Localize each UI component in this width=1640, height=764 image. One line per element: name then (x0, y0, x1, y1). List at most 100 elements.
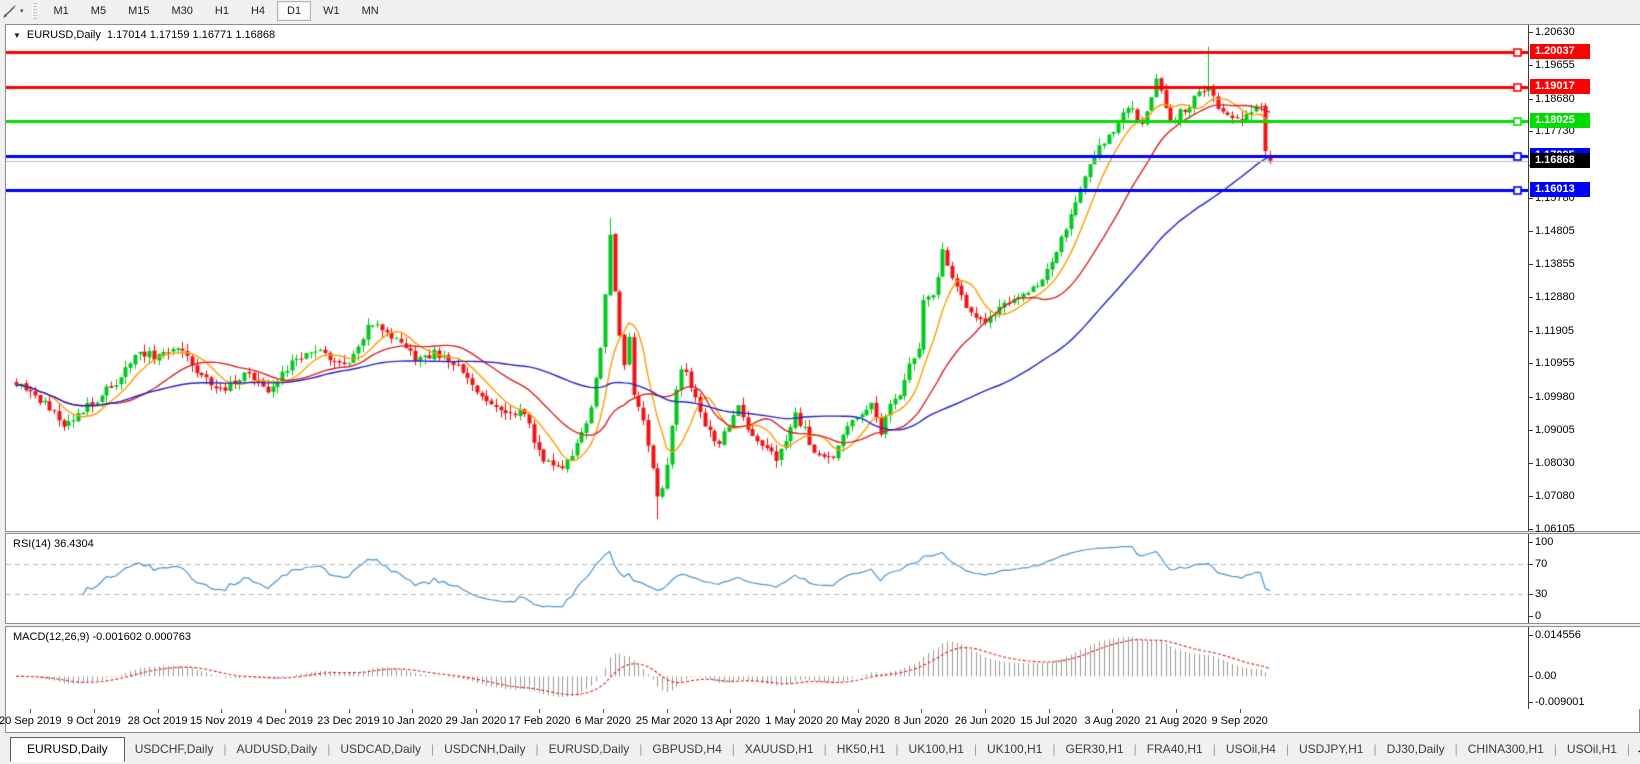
timeframe-toolbar: ▾ M1 M5 M15 M30 H1 H4 D1 W1 MN (0, 0, 1640, 22)
cursor-tool-dropdown-icon[interactable]: ▾ (20, 7, 24, 15)
date-axis-label: 15 Jul 2020 (1020, 715, 1078, 727)
chart-title-symbol: EURUSD,Daily (26, 29, 101, 41)
price-axis-tick: 1.13855 (1529, 258, 1575, 270)
date-axis-label: 28 Oct 2019 (127, 715, 188, 727)
price-axis-tick: 1.10955 (1529, 357, 1575, 370)
date-axis-tick-mark (221, 709, 223, 713)
price-axis: 1.206301.196551.186801.177301.167551.157… (1528, 25, 1640, 535)
chart-tab[interactable]: AUDUSD,Daily (227, 738, 328, 761)
chart-tab-bar: EURUSD,Daily USDCHF,Daily | AUDUSD,Daily | US… (0, 733, 1640, 764)
date-axis-tick-mark (539, 709, 541, 713)
timeframe-buttons-group: M1 M5 M15 M30 H1 H4 D1 W1 MN (43, 1, 390, 21)
price-chart-canvas[interactable] (6, 25, 1528, 531)
chart-tab[interactable]: USDCAD,Daily (330, 738, 431, 761)
chart-tab[interactable]: GBPUSD,H4 (642, 738, 731, 761)
chart-title-ohlc: 1.17014 1.17159 1.16771 1.16868 (106, 29, 276, 41)
date-axis-label: 10 Jan 2020 (381, 715, 443, 727)
date-axis-label: 15 Nov 2019 (189, 715, 253, 727)
date-axis-label: 20 May 2020 (825, 715, 890, 727)
macd-indicator-panel: MACD(12,26,9) -0.001602 0.000763 0.01455… (5, 626, 1640, 710)
timeframe-button-M30[interactable]: M30 (161, 1, 202, 21)
price-axis-tick: 1.19655 (1529, 59, 1575, 72)
chart-tab-active[interactable]: EURUSD,Daily (10, 737, 125, 762)
macd-label: MACD(12,26,9) -0.001602 0.000763 (13, 631, 191, 643)
chart-tab[interactable]: UK100,H1 (899, 738, 974, 761)
date-axis-label: 9 Oct 2019 (66, 715, 121, 727)
rsi-axis: 100 70 30 0 (1528, 534, 1640, 623)
chart-tab[interactable]: USDCNH,Daily (434, 738, 535, 761)
chart-tab[interactable]: HK50,H1 (827, 738, 896, 761)
price-axis-tick: 1.14805 (1529, 225, 1575, 238)
cursor-crosshair-icon (3, 4, 16, 18)
timeframe-button-M1[interactable]: M1 (44, 1, 79, 21)
timeframe-button-MN[interactable]: MN (352, 1, 389, 21)
chart-tab[interactable]: CHINA300,H1 (1458, 738, 1554, 761)
price-level-tag: 1.16013 (1530, 182, 1590, 198)
chart-tab[interactable]: UK100,H1 (977, 738, 1052, 761)
date-axis-tick-mark (985, 709, 986, 713)
date-axis-label: 6 Mar 2020 (575, 715, 631, 727)
timeframe-button-M15[interactable]: M15 (118, 1, 159, 21)
price-axis-tick: 1.07080 (1529, 490, 1575, 503)
chart-tab[interactable]: USOil,H4 (1216, 738, 1286, 761)
price-level-tag: 1.20037 (1530, 44, 1590, 60)
timeframe-button-H1[interactable]: H1 (205, 1, 239, 21)
timeframe-button-D1[interactable]: D1 (277, 1, 312, 21)
rsi-axis-tick: 100 (1528, 536, 1554, 548)
date-axis-tick-mark (30, 709, 32, 713)
chart-tab[interactable]: GER30,H1 (1056, 738, 1134, 761)
date-axis-tick-mark (921, 709, 923, 713)
price-axis-tick: 1.12880 (1529, 291, 1575, 304)
rsi-axis-tick: 0 (1528, 610, 1542, 622)
date-axis-tick-mark (93, 709, 95, 713)
price-axis-tick: 1.11905 (1529, 324, 1574, 337)
rsi-chart-canvas[interactable] (6, 534, 1528, 623)
rsi-indicator-panel: RSI(14) 36.4304 100 70 30 0 (5, 533, 1640, 624)
date-axis-tick-mark (157, 709, 159, 713)
date-axis[interactable]: 20 Sep 2019 9 Oct 2019 28 Oct 2019 15 Nov 2… (0, 709, 1640, 733)
date-axis-tick-mark (1175, 709, 1177, 713)
current-price-tag: 1.16868 (1530, 152, 1590, 168)
timeframe-button-W1[interactable]: W1 (313, 1, 350, 21)
date-axis-label: 1 May 2020 (765, 715, 823, 727)
date-axis-label: 23 Dec 2019 (317, 715, 380, 727)
date-axis-tick-mark (412, 709, 414, 713)
trading-platform-window: ▾ M1 M5 M15 M30 H1 H4 D1 W1 MN ▼ EURUSD,Daily 1.… (0, 0, 1640, 764)
chart-tab[interactable]: EURUSD,Daily (539, 738, 640, 761)
chart-tab[interactable]: USDCHF,Daily (125, 738, 224, 761)
tab-scroll-left-icon[interactable]: ◄ (1630, 742, 1640, 761)
date-axis-label: 4 Dec 2019 (256, 715, 313, 727)
date-axis-tick-mark (348, 709, 350, 713)
price-axis-tick: 1.09005 (1529, 424, 1575, 437)
date-axis-label: 29 Jan 2020 (445, 715, 507, 727)
chart-collapse-icon[interactable]: ▼ (13, 31, 21, 40)
chart-tab[interactable]: USDJPY,H1 (1289, 738, 1373, 761)
rsi-axis-tick: 30 (1528, 587, 1548, 600)
chart-title: ▼ EURUSD,Daily 1.17014 1.17159 1.16771 1… (13, 29, 275, 41)
date-axis-label: 3 Aug 2020 (1084, 715, 1141, 727)
date-axis-tick-mark (1048, 709, 1050, 713)
date-axis-label: 25 Mar 2020 (635, 715, 698, 727)
chart-tab[interactable]: DJ30,Daily (1377, 738, 1455, 761)
price-axis-tick: 1.08030 (1529, 457, 1575, 470)
chart-tab[interactable]: USOil,H1 (1557, 738, 1627, 761)
rsi-label: RSI(14) 36.4304 (13, 538, 94, 550)
chart-tab[interactable]: XAUUSD,H1 (735, 738, 824, 761)
price-level-tag: 1.18025 (1530, 113, 1590, 129)
date-axis-tick-mark (603, 709, 605, 713)
timeframe-button-M5[interactable]: M5 (81, 1, 116, 21)
macd-axis-tick: 0.00 (1528, 670, 1557, 683)
date-axis-tick-mark (1112, 709, 1114, 713)
date-axis-tick-mark (730, 709, 732, 713)
date-axis-label: 17 Feb 2020 (508, 715, 571, 727)
toolbar-grip-handle[interactable] (31, 3, 37, 19)
macd-axis-tick: 0.014556 (1529, 629, 1581, 641)
cursor-tool-button[interactable]: ▾ (0, 4, 28, 19)
price-axis-tick: 1.09980 (1529, 390, 1575, 403)
timeframe-button-H4[interactable]: H4 (241, 1, 275, 21)
date-axis-tick-mark (794, 709, 796, 713)
chart-tab[interactable]: FRA40,H1 (1137, 738, 1213, 761)
price-axis-tick: 1.18680 (1529, 92, 1575, 105)
price-chart-panel: ▼ EURUSD,Daily 1.17014 1.17159 1.16771 1… (5, 24, 1640, 535)
macd-chart-canvas[interactable] (6, 627, 1528, 709)
